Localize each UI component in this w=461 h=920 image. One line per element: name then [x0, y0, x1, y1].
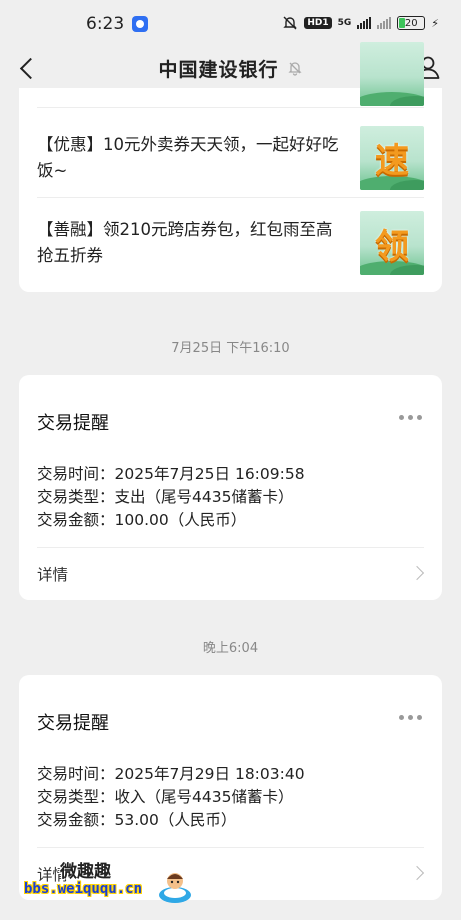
promo-thumb-partial	[360, 42, 424, 106]
watermark-title: 微趣趣	[60, 862, 111, 882]
battery-icon: 20	[397, 16, 426, 30]
promo-thumbnail: 领	[360, 211, 424, 275]
more-horizontal-icon[interactable]	[399, 415, 422, 420]
transaction-details: 交易时间：2025年7月25日 16:09:58 交易类型：支出（尾号4435储…	[37, 463, 305, 532]
promo-row[interactable]: 【善融】领210元跨店券包，红包雨至高抢五折券 领	[37, 203, 424, 283]
signal-icon	[357, 17, 372, 29]
promo-text: 【优惠】10元外卖券天天领，一起好好吃饭~	[37, 134, 339, 180]
status-bar: 6:23 HD1 5G 20 ⚡	[0, 0, 461, 48]
promo-row[interactable]: 【优惠】10元外卖券天天领，一起好好吃饭~ 速	[37, 118, 424, 198]
app-notification-icon	[132, 16, 149, 32]
promo-row-partial[interactable]	[37, 42, 424, 108]
transaction-type: 交易类型：支出（尾号4435储蓄卡）	[37, 488, 294, 506]
charging-icon: ⚡	[431, 16, 439, 30]
divider	[37, 547, 424, 548]
transaction-amount: 交易金额：100.00（人民币）	[37, 511, 247, 529]
page-title: 中国建设银行	[158, 58, 279, 81]
promo-thumb-glyph: 速	[375, 141, 409, 181]
status-indicators: HD1 5G 20 ⚡	[282, 15, 439, 31]
transaction-type: 交易类型：收入（尾号4435储蓄卡）	[37, 788, 294, 806]
watermark: 微趣趣 bbs.weiququ.cn	[0, 845, 210, 920]
transaction-card[interactable]: 交易提醒 交易时间：2025年7月25日 16:09:58 交易类型：支出（尾号…	[19, 375, 442, 600]
promo-text: 【善融】领210元跨店券包，红包雨至高抢五折券	[37, 220, 333, 265]
card-title: 交易提醒	[37, 413, 109, 434]
detail-link[interactable]: 详情	[37, 563, 68, 585]
more-horizontal-icon[interactable]	[399, 715, 422, 720]
card-title: 交易提醒	[37, 713, 109, 734]
promo-thumbnail: 速	[360, 125, 424, 190]
back-icon[interactable]	[16, 54, 40, 82]
message-timestamp: 7月25日 下午16:10	[171, 341, 290, 356]
transaction-details: 交易时间：2025年7月29日 18:03:40 交易类型：收入（尾号4435储…	[37, 763, 305, 832]
status-time: 6:23	[86, 14, 125, 34]
mascot-icon	[159, 873, 191, 903]
battery-level: 20	[404, 17, 418, 29]
chevron-right-icon	[409, 865, 425, 881]
transaction-time: 交易时间：2025年7月29日 18:03:40	[37, 765, 305, 783]
transaction-time: 交易时间：2025年7月25日 16:09:58	[37, 465, 305, 483]
promo-thumb-glyph: 领	[375, 226, 409, 267]
watermark-url: bbs.weiququ.cn	[24, 881, 143, 897]
transaction-amount: 交易金额：53.00（人民币）	[37, 811, 237, 829]
promo-card: 【优惠】10元外卖券天天领，一起好好吃饭~ 速 【善融】领210元跨店券包，红包…	[19, 42, 442, 292]
bell-off-icon	[287, 62, 302, 76]
network-label: 5G	[337, 18, 352, 28]
chevron-right-icon	[409, 565, 425, 581]
bell-off-status-icon	[283, 16, 298, 30]
signal-secondary-icon	[377, 17, 392, 29]
message-timestamp: 晚上6:04	[202, 641, 259, 656]
hd-badge: HD1	[304, 17, 332, 29]
